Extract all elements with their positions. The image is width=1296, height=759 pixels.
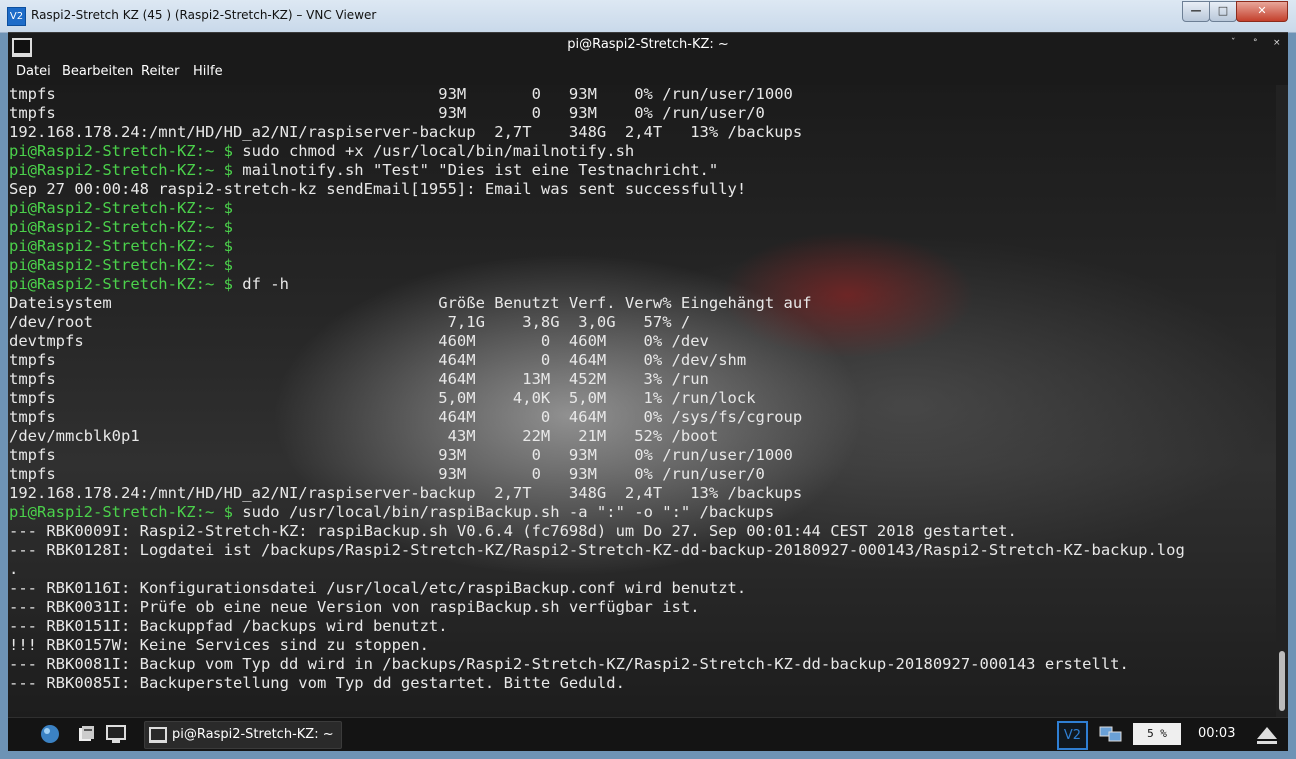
menu-reiter[interactable]: Reiter — [141, 64, 180, 79]
output-line: Dateisystem Größe Benutzt Verf. Verw% Ei… — [9, 294, 812, 312]
output-line: /dev/root 7,1G 3,8G 3,0G 57% / — [9, 313, 691, 331]
minimize-button[interactable]: — — [1182, 1, 1210, 22]
prompt-line: pi@Raspi2-Stretch-KZ:~ $ — [9, 199, 233, 218]
output-line: !!! RBK0157W: Keine Services sind zu sto… — [9, 636, 429, 654]
eject-icon[interactable] — [1257, 727, 1277, 739]
output-line: --- RBK0116I: Konfigurationsdatei /usr/l… — [9, 579, 747, 597]
close-button[interactable]: ✕ — [1236, 1, 1288, 22]
remote-desktop[interactable]: pi@Raspi2-Stretch-KZ: ~ ˇ ° × Datei Bear… — [8, 32, 1288, 751]
shell-prompt: pi@Raspi2-Stretch-KZ:~ $ — [9, 161, 233, 179]
output-line: tmpfs 464M 0 464M 0% /sys/fs/cgroup — [9, 408, 803, 426]
prompt-line: pi@Raspi2-Stretch-KZ:~ $ sudo /usr/local… — [9, 503, 774, 522]
cpu-usage-monitor[interactable]: 5 % — [1133, 723, 1181, 745]
command-text: df -h — [232, 275, 289, 293]
output-line: devtmpfs 460M 0 460M 0% /dev — [9, 332, 709, 350]
terminal-maximize-button[interactable]: ° — [1253, 38, 1258, 48]
terminal-console[interactable]: tmpfs 93M 0 93M 0% /run/user/1000 tmpfs 9… — [8, 85, 1276, 717]
output-line: tmpfs 93M 0 93M 0% /run/user/1000 — [9, 85, 793, 103]
prompt-line: pi@Raspi2-Stretch-KZ:~ $ — [9, 218, 233, 237]
output-line: --- RBK0081I: Backup vom Typ dd wird in … — [9, 655, 1129, 673]
remote-taskbar: pi@Raspi2-Stretch-KZ: ~ V2 5 % 00:03 — [8, 717, 1288, 751]
shell-prompt: pi@Raspi2-Stretch-KZ:~ $ — [9, 275, 233, 293]
shell-prompt: pi@Raspi2-Stretch-KZ:~ $ — [9, 256, 233, 274]
vnc-viewer-icon: V2 — [7, 7, 26, 26]
output-line: tmpfs 93M 0 93M 0% /run/user/0 — [9, 465, 765, 483]
taskbar-task-label: pi@Raspi2-Stretch-KZ: ~ — [172, 727, 334, 742]
command-text: sudo chmod +x /usr/local/bin/mailnotify.… — [232, 142, 635, 160]
web-browser-icon[interactable] — [40, 724, 60, 744]
output-line: --- RBK0031I: Prüfe ob eine neue Version… — [9, 598, 700, 616]
output-line: --- RBK0128I: Logdatei ist /backups/Rasp… — [9, 541, 1185, 559]
terminal-title: pi@Raspi2-Stretch-KZ: ~ — [567, 37, 729, 52]
taskbar-terminal-task[interactable]: pi@Raspi2-Stretch-KZ: ~ — [144, 721, 342, 749]
scrollbar-thumb[interactable] — [1279, 651, 1285, 711]
prompt-line: pi@Raspi2-Stretch-KZ:~ $ df -h — [9, 275, 289, 294]
output-line: --- RBK0009I: Raspi2-Stretch-KZ: raspiBa… — [9, 522, 1017, 540]
vnc-window-titlebar: V2 Raspi2-Stretch KZ (45 ) (Raspi2-Stret… — [0, 0, 1296, 33]
eject-icon-bar — [1257, 741, 1277, 744]
shell-prompt: pi@Raspi2-Stretch-KZ:~ $ — [9, 503, 233, 521]
prompt-line: pi@Raspi2-Stretch-KZ:~ $ sudo chmod +x /… — [9, 142, 634, 161]
output-line: . — [9, 560, 19, 578]
vnc-tray-icon[interactable]: V2 — [1057, 721, 1088, 750]
maximize-button[interactable]: □ — [1209, 1, 1237, 22]
output-line: tmpfs 93M 0 93M 0% /run/user/1000 — [9, 446, 793, 464]
output-line: --- RBK0151I: Backuppfad /backups wird b… — [9, 617, 448, 635]
terminal-close-button[interactable]: × — [1273, 38, 1281, 48]
output-line: Sep 27 00:00:48 raspi2-stretch-kz sendEm… — [9, 180, 747, 198]
prompt-line: pi@Raspi2-Stretch-KZ:~ $ — [9, 237, 233, 256]
menu-hilfe[interactable]: Hilfe — [193, 64, 223, 79]
terminal-menubar: Datei Bearbeiten Reiter Hilfe — [8, 58, 1288, 85]
shell-prompt: pi@Raspi2-Stretch-KZ:~ $ — [9, 218, 233, 236]
shell-prompt: pi@Raspi2-Stretch-KZ:~ $ — [9, 199, 233, 217]
file-manager-icon[interactable] — [76, 724, 96, 744]
terminal-titlebar: pi@Raspi2-Stretch-KZ: ~ ˇ ° × — [8, 32, 1288, 59]
menu-bearbeiten[interactable]: Bearbeiten — [62, 64, 133, 79]
shell-prompt: pi@Raspi2-Stretch-KZ:~ $ — [9, 237, 233, 255]
clock[interactable]: 00:03 — [1198, 726, 1235, 741]
command-text: mailnotify.sh "Test" "Dies ist eine Test… — [232, 161, 719, 179]
output-line: tmpfs 5,0M 4,0K 5,0M 1% /run/lock — [9, 389, 756, 407]
prompt-line: pi@Raspi2-Stretch-KZ:~ $ mailnotify.sh "… — [9, 161, 718, 180]
terminal-shade-button[interactable]: ˇ — [1231, 38, 1236, 48]
terminal-scrollbar[interactable] — [1276, 85, 1288, 717]
output-line: /dev/mmcblk0p1 43M 22M 21M 52% /boot — [9, 427, 719, 445]
output-line: 192.168.178.24:/mnt/HD/HD_a2/NI/raspiser… — [9, 484, 803, 502]
window-title: Raspi2-Stretch KZ (45 ) (Raspi2-Stretch-… — [31, 8, 377, 22]
command-text: sudo /usr/local/bin/raspiBackup.sh -a ":… — [232, 503, 775, 521]
output-line: 192.168.178.24:/mnt/HD/HD_a2/NI/raspiser… — [9, 123, 803, 141]
output-line: tmpfs 464M 13M 452M 3% /run — [9, 370, 709, 388]
output-line: --- RBK0085I: Backuperstellung vom Typ d… — [9, 674, 625, 692]
menu-datei[interactable]: Datei — [16, 64, 51, 79]
output-line: tmpfs 93M 0 93M 0% /run/user/0 — [9, 104, 765, 122]
terminal-task-icon — [149, 727, 167, 743]
network-icon[interactable] — [1098, 724, 1124, 744]
shell-prompt: pi@Raspi2-Stretch-KZ:~ $ — [9, 142, 233, 160]
prompt-line: pi@Raspi2-Stretch-KZ:~ $ — [9, 256, 233, 275]
output-line: tmpfs 464M 0 464M 0% /dev/shm — [9, 351, 747, 369]
terminal-launcher-icon[interactable] — [106, 724, 126, 744]
